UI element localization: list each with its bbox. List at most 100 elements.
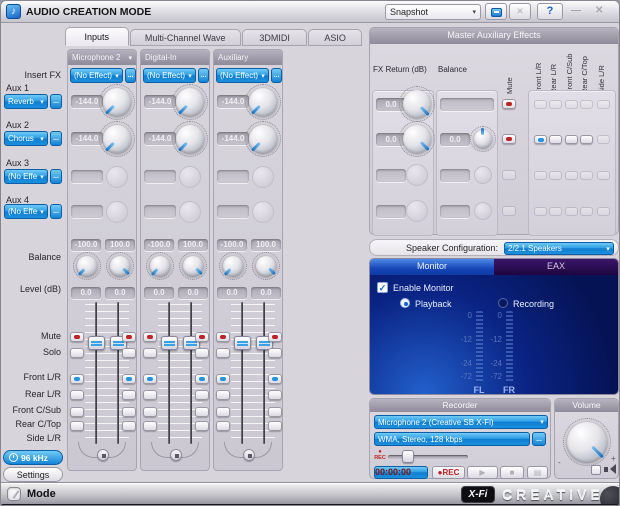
master-balance-value[interactable]: 0.0 — [440, 133, 470, 146]
route-rear-lr-toggle[interactable] — [549, 135, 562, 144]
front-csub-toggle[interactable] — [122, 407, 136, 417]
aux3-browse-button[interactable]: ... — [50, 169, 62, 184]
insert-fx-browse-button[interactable]: ... — [271, 68, 282, 83]
level-right-value[interactable]: 0.0 — [251, 287, 281, 299]
help-button[interactable]: ? — [537, 3, 563, 20]
rear-ctop-toggle[interactable] — [216, 421, 230, 431]
balance-left-value[interactable]: -100.0 — [217, 239, 247, 251]
front-lr-toggle[interactable] — [70, 374, 84, 384]
tab-multi-channel-wave[interactable]: Multi-Channel Wave — [130, 29, 241, 46]
balance-right-knob[interactable] — [183, 256, 203, 276]
tab-eax[interactable]: EAX — [494, 259, 618, 275]
recorder-format-dropdown[interactable]: WMA, Stereo, 128 kbps — [374, 432, 530, 446]
aux4-browse-button[interactable]: ... — [50, 204, 62, 219]
rear-ctop-toggle[interactable] — [122, 421, 136, 431]
mute-toggle[interactable] — [143, 332, 157, 342]
level-left-value[interactable]: 0.0 — [71, 287, 101, 299]
level-left-value[interactable]: 0.0 — [144, 287, 174, 299]
route-rear-ctop-toggle[interactable] — [580, 135, 593, 144]
rear-ctop-toggle[interactable] — [143, 421, 157, 431]
balance-right-value[interactable]: 100.0 — [105, 239, 135, 251]
front-lr-toggle[interactable] — [195, 374, 209, 384]
tab-asio[interactable]: ASIO — [308, 29, 362, 46]
tab-monitor[interactable]: Monitor — [370, 259, 494, 275]
rear-lr-toggle[interactable] — [268, 390, 282, 400]
channel-strip-header[interactable]: Microphone 2 ▾ — [68, 50, 136, 65]
recorder-format-browse-button[interactable]: ... — [532, 432, 546, 446]
solo-toggle[interactable] — [122, 348, 136, 358]
record-button[interactable]: ●REC — [432, 466, 465, 479]
sample-rate-button[interactable]: 96 kHz — [3, 450, 63, 465]
tab-3dmidi[interactable]: 3DMIDI — [242, 29, 308, 46]
fader-handle[interactable] — [88, 336, 105, 350]
rec-level-slider-handle[interactable] — [402, 450, 414, 463]
balance-left-value[interactable]: -100.0 — [144, 239, 174, 251]
aux2-effect-dropdown[interactable]: Chorus ▾ — [4, 131, 48, 146]
insert-fx-browse-button[interactable]: ... — [125, 68, 136, 83]
aux2-send-knob[interactable] — [249, 125, 277, 153]
level-left-value[interactable]: 0.0 — [217, 287, 247, 299]
level-right-value[interactable]: 0.0 — [105, 287, 135, 299]
master-balance-knob[interactable] — [474, 130, 492, 148]
front-lr-toggle[interactable] — [216, 374, 230, 384]
solo-toggle[interactable] — [195, 348, 209, 358]
aux1-send-knob[interactable] — [249, 88, 277, 116]
aux1-send-knob[interactable] — [103, 88, 131, 116]
aux2-send-knob[interactable] — [176, 125, 204, 153]
rear-lr-toggle[interactable] — [122, 390, 136, 400]
solo-toggle[interactable] — [268, 348, 282, 358]
mute-toggle[interactable] — [195, 332, 209, 342]
master-mute-toggle[interactable] — [502, 99, 516, 109]
insert-fx-dropdown[interactable]: (No Effect) ▾ — [143, 68, 196, 83]
mute-toggle[interactable] — [122, 332, 136, 342]
balance-right-value[interactable]: 100.0 — [178, 239, 208, 251]
enable-monitor-checkbox[interactable]: ✓ — [377, 282, 388, 293]
aux2-browse-button[interactable]: ... — [50, 131, 62, 146]
mute-toggle[interactable] — [268, 332, 282, 342]
front-lr-toggle[interactable] — [143, 374, 157, 384]
fx-return-knob[interactable] — [403, 125, 431, 153]
aux1-browse-button[interactable]: ... — [50, 94, 62, 109]
minimize-button[interactable]: — — [571, 5, 581, 16]
snapshot-save-button[interactable] — [485, 3, 507, 20]
front-lr-toggle[interactable] — [122, 374, 136, 384]
close-button[interactable]: ✕ — [595, 5, 603, 16]
front-csub-toggle[interactable] — [143, 407, 157, 417]
insert-fx-dropdown[interactable]: (No Effect) ▾ — [70, 68, 123, 83]
snapshot-combo[interactable]: Snapshot ▾ — [385, 4, 481, 20]
level-right-value[interactable]: 0.0 — [178, 287, 208, 299]
master-mute-toggle[interactable] — [502, 134, 516, 144]
aux1-send-knob[interactable] — [176, 88, 204, 116]
rear-ctop-toggle[interactable] — [195, 421, 209, 431]
solo-toggle[interactable] — [216, 348, 230, 358]
volume-knob[interactable] — [567, 422, 607, 462]
fader-handle[interactable] — [234, 336, 251, 350]
volume-mute-checkbox[interactable] — [591, 465, 601, 475]
rear-lr-toggle[interactable] — [143, 390, 157, 400]
front-csub-toggle[interactable] — [195, 407, 209, 417]
solo-toggle[interactable] — [70, 348, 84, 358]
front-csub-toggle[interactable] — [216, 407, 230, 417]
aux1-effect-dropdown[interactable]: Reverb ▾ — [4, 94, 48, 109]
playback-radio[interactable] — [400, 298, 410, 308]
channel-link-lock-icon[interactable] — [97, 449, 109, 461]
level-fader-left[interactable] — [85, 302, 107, 450]
rear-lr-toggle[interactable] — [216, 390, 230, 400]
aux2-send-knob[interactable] — [103, 125, 131, 153]
fader-handle[interactable] — [161, 336, 178, 350]
balance-right-value[interactable]: 100.0 — [251, 239, 281, 251]
rear-lr-toggle[interactable] — [195, 390, 209, 400]
rec-level-slider[interactable] — [388, 455, 468, 459]
balance-left-knob[interactable] — [150, 256, 170, 276]
front-csub-toggle[interactable] — [268, 407, 282, 417]
fx-return-knob[interactable] — [403, 90, 431, 118]
route-front-csub-toggle[interactable] — [565, 135, 578, 144]
channel-link-lock-icon[interactable] — [170, 449, 182, 461]
rear-lr-toggle[interactable] — [70, 390, 84, 400]
tab-inputs[interactable]: Inputs — [65, 27, 129, 46]
aux4-effect-dropdown[interactable]: (No Effe... ▾ — [4, 204, 48, 219]
balance-left-value[interactable]: -100.0 — [71, 239, 101, 251]
settings-button[interactable]: Settings — [3, 467, 63, 482]
solo-toggle[interactable] — [143, 348, 157, 358]
recording-radio[interactable] — [498, 298, 508, 308]
